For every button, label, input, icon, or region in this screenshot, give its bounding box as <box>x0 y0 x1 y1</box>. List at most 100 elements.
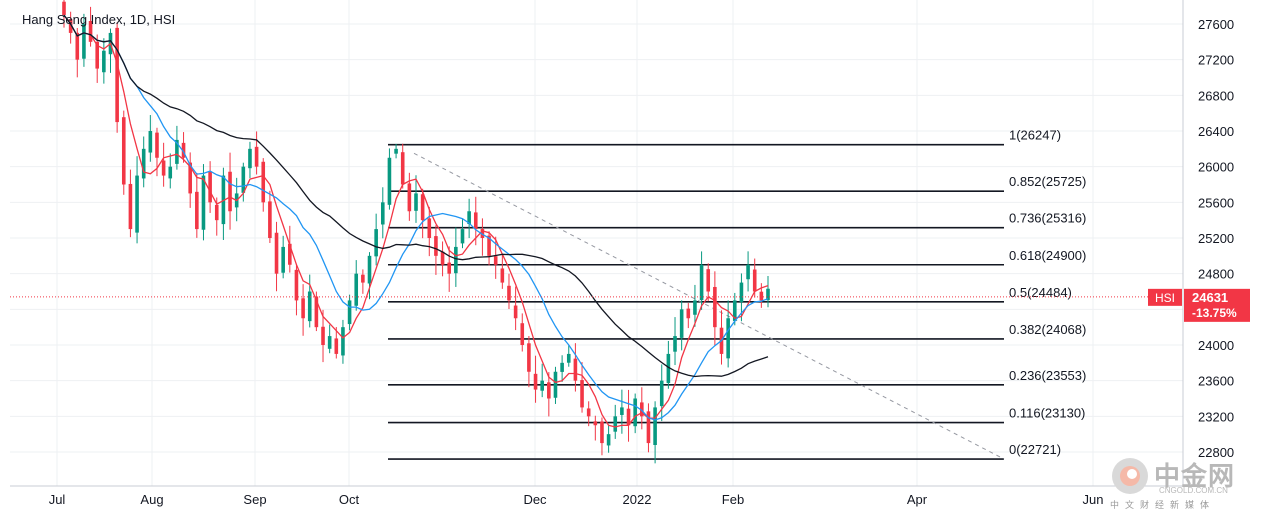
candle-body <box>161 160 166 176</box>
candle-body <box>214 204 219 221</box>
candle-body <box>380 202 385 225</box>
candle-body <box>294 269 299 301</box>
candle-body <box>195 191 199 230</box>
candle-body <box>374 229 378 257</box>
candle-body <box>659 380 664 407</box>
chart-canvas: 1(26247) 0.852(25725) 0.736(25316) 0.618(24… <box>10 0 1250 507</box>
candle-body <box>507 285 511 301</box>
last-price-change: -13.75% <box>1192 306 1237 320</box>
candle-body <box>248 148 252 169</box>
candle-body <box>361 274 365 283</box>
candle-body <box>739 282 744 303</box>
candle-body <box>135 175 139 233</box>
y-tick-label: 23600 <box>1198 374 1234 389</box>
fib-label: 0.382(24068) <box>1009 322 1086 337</box>
candle-body <box>434 236 438 256</box>
candle-body <box>673 336 677 352</box>
candle-body <box>102 50 106 73</box>
fibonacci-levels: 1(26247) 0.852(25725) 0.736(25316) 0.618(24… <box>388 128 1086 460</box>
y-tick-label: 24800 <box>1198 267 1234 282</box>
candle-body <box>633 398 637 427</box>
candle-body <box>400 152 405 185</box>
candle-body <box>427 218 432 238</box>
x-tick-label: Dec <box>523 492 547 507</box>
x-tick-label: Oct <box>339 492 360 507</box>
x-tick-label: 2022 <box>623 492 652 507</box>
y-tick-label: 27200 <box>1198 53 1234 68</box>
fib-label: 1(26247) <box>1009 128 1061 143</box>
candle-body <box>520 323 525 345</box>
watermark-domain: CNGOLD.COM.CN <box>1159 486 1228 495</box>
candle-body <box>407 183 412 212</box>
chart-title: Hang Seng Index, 1D, HSI <box>22 12 176 27</box>
candle-body <box>354 273 359 306</box>
candle-body <box>321 326 325 345</box>
candle-body <box>82 24 86 59</box>
candle-body <box>141 148 146 179</box>
candle-body <box>540 380 544 391</box>
candle-body <box>679 309 684 338</box>
candle-body <box>699 264 704 301</box>
x-tick-label: Feb <box>722 492 744 507</box>
y-tick-label: 26000 <box>1198 160 1234 175</box>
trend-line <box>413 152 1005 460</box>
candle-body <box>447 262 452 274</box>
candle-body <box>473 212 478 230</box>
candle-body <box>254 146 259 167</box>
candle-body <box>686 308 691 319</box>
candle-body <box>274 232 279 274</box>
x-tick-label: Sep <box>243 492 266 507</box>
candle-body <box>115 27 119 123</box>
candle-body <box>759 291 764 301</box>
candle-body <box>706 269 711 292</box>
y-tick-label: 26800 <box>1198 88 1234 103</box>
candle-body <box>566 353 571 363</box>
candle-body <box>440 251 445 265</box>
candle-body <box>268 201 272 238</box>
candle-body <box>533 373 538 390</box>
candle-body <box>201 175 206 230</box>
candle-body <box>653 407 657 445</box>
candle-body <box>387 157 392 205</box>
candle-body <box>527 343 531 372</box>
candle-body <box>414 193 418 211</box>
candle-body <box>460 229 465 244</box>
candle-body <box>573 358 578 381</box>
y-tick-label: 25600 <box>1198 195 1234 210</box>
candle-body <box>600 421 604 444</box>
grid <box>10 0 1183 486</box>
fib-label: 0.852(25725) <box>1009 174 1086 189</box>
candle-body <box>168 166 173 179</box>
fib-label: 0.236(23553) <box>1009 368 1086 383</box>
candle-body <box>301 298 305 319</box>
fib-label: 0(22721) <box>1009 442 1061 457</box>
candle-body <box>420 194 425 221</box>
x-tick-label: Jun <box>1083 492 1104 507</box>
candle-body <box>261 161 266 203</box>
x-tick-label: Jul <box>49 492 66 507</box>
y-tick-label: 24000 <box>1198 338 1234 353</box>
symbol-label: HSI <box>1155 291 1175 305</box>
candle-body <box>228 171 232 212</box>
candle-body <box>752 269 757 292</box>
candle-body <box>693 300 697 315</box>
x-tick-label: Aug <box>140 492 163 507</box>
candle-body <box>208 171 212 203</box>
fib-label: 0.116(23130) <box>1009 406 1085 421</box>
candle-body <box>341 327 345 356</box>
candle-body <box>155 132 159 158</box>
candle-body <box>121 117 126 185</box>
x-tick-label: Apr <box>907 492 928 507</box>
last-price-value: 24631 <box>1192 290 1228 305</box>
candle-body <box>746 264 750 280</box>
y-tick-label: 27600 <box>1198 17 1234 32</box>
candle-body <box>307 291 312 322</box>
y-tick-label: 23200 <box>1198 409 1234 424</box>
candle-body <box>128 183 133 230</box>
candle-body <box>454 246 458 274</box>
trend-line-dashed <box>413 152 1005 460</box>
candle-body <box>493 256 498 265</box>
candle-body <box>613 416 618 432</box>
candle-body <box>553 371 558 398</box>
candle-body <box>148 131 153 153</box>
